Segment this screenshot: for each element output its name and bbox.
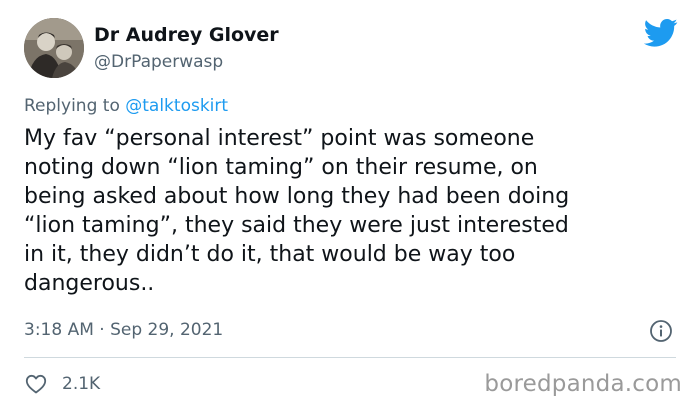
reply-prefix: Replying to <box>24 96 126 116</box>
author-name[interactable]: Dr Audrey Glover <box>94 24 279 46</box>
tweet-text-line: My fav “personal interest” point was som… <box>24 126 535 151</box>
info-icon[interactable] <box>649 319 673 343</box>
reply-context: Replying to @talktoskirt <box>24 96 228 116</box>
avatar[interactable] <box>24 18 84 78</box>
tweet-text-line: being asked about how long they had been… <box>24 184 570 209</box>
tweet-text-line: in it, they didn’t do it, that would be … <box>24 242 516 267</box>
reply-mention-link[interactable]: @talktoskirt <box>125 96 228 116</box>
like-button[interactable]: 2.1K <box>24 372 100 396</box>
tweet-text-line: dangerous.. <box>24 271 155 296</box>
tweet-text: My fav “personal interest” point was som… <box>24 124 674 298</box>
twitter-bird-icon[interactable] <box>644 18 678 48</box>
author-handle[interactable]: @DrPaperwasp <box>94 52 223 72</box>
tweet-text-line: “lion taming”, they said they were just … <box>24 213 569 238</box>
watermark: boredpanda.com <box>484 371 682 397</box>
like-count: 2.1K <box>62 374 101 394</box>
avatar-photo <box>24 18 84 78</box>
tweet-text-line: noting down “lion taming” on their resum… <box>24 155 538 180</box>
tweet-timestamp[interactable]: 3:18 AM · Sep 29, 2021 <box>24 320 223 340</box>
heart-icon[interactable] <box>24 372 48 396</box>
divider <box>24 357 676 358</box>
